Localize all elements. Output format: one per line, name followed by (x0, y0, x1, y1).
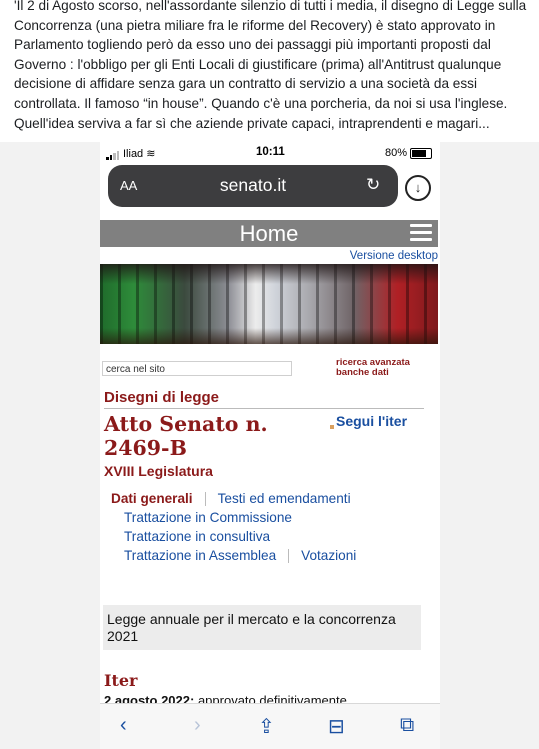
tab-commissione[interactable]: Trattazione in Commissione (124, 510, 292, 525)
battery: 80% (385, 147, 433, 159)
desktop-version-link[interactable]: Versione desktop (350, 250, 438, 262)
databases-link[interactable]: banche dati (336, 368, 410, 378)
signal-icon (106, 148, 120, 161)
browser-toolbar: ‹ › ⇪ ⊟ ⧉ (100, 703, 440, 749)
bill-tabs: Dati generali Testi ed emendamenti Tratta… (111, 489, 356, 565)
phone-screenshot: Iliad ≋ 10:11 80% AA senato.it ↻ ↓ Home … (100, 142, 440, 749)
home-title[interactable]: Home (240, 221, 299, 246)
post-text: 'Il 2 di Agosto scorso, nell'assordante … (14, 0, 534, 133)
carrier: Iliad ≋ (106, 147, 156, 161)
bill-summary: Legge annuale per il mercato e la concor… (103, 605, 421, 650)
section-title: Disegni di legge (104, 389, 424, 409)
bookmarks-icon[interactable]: ⊟ (328, 714, 345, 739)
forward-arrow-icon[interactable]: › (194, 714, 201, 737)
follow-iter-link[interactable]: Segui l'iter (330, 413, 407, 429)
battery-level: 80% (385, 147, 408, 159)
back-arrow-icon[interactable]: ‹ (120, 714, 127, 737)
tabs-icon[interactable]: ⧉ (400, 714, 414, 737)
clock: 10:11 (256, 146, 285, 158)
tab-dati-generali[interactable]: Dati generali (111, 491, 193, 506)
download-icon[interactable]: ↓ (405, 175, 431, 201)
senate-hall-banner (100, 264, 438, 344)
share-icon[interactable]: ⇪ (258, 714, 275, 739)
search-links: ricerca avanzata banche dati (336, 358, 410, 378)
site-search-input[interactable]: cerca nel sito (102, 361, 292, 376)
bullet-icon (330, 425, 334, 429)
address-bar[interactable]: AA senato.it ↻ (108, 165, 398, 207)
iter-title: Iter (104, 671, 138, 690)
bill-title: Atto Senato n. 2469-B (104, 412, 268, 460)
tab-votazioni[interactable]: Votazioni (301, 548, 356, 563)
hamburger-menu-icon[interactable] (410, 224, 432, 242)
reload-icon[interactable]: ↻ (366, 175, 380, 195)
carrier-name: Iliad (123, 148, 144, 160)
legislature-label: XVIII Legislatura (104, 463, 213, 479)
tab-assemblea[interactable]: Trattazione in Assemblea (124, 548, 276, 563)
wifi-icon: ≋ (146, 148, 156, 160)
tab-testi[interactable]: Testi ed emendamenti (218, 491, 351, 506)
battery-icon (410, 147, 433, 159)
site-header: Home (100, 220, 438, 247)
tab-consultiva[interactable]: Trattazione in consultiva (124, 529, 270, 544)
status-bar: Iliad ≋ 10:11 80% (100, 142, 440, 164)
post-paragraph: 'Il 2 di Agosto scorso, nell'assordante … (14, 0, 527, 131)
url-text[interactable]: senato.it (108, 175, 398, 196)
